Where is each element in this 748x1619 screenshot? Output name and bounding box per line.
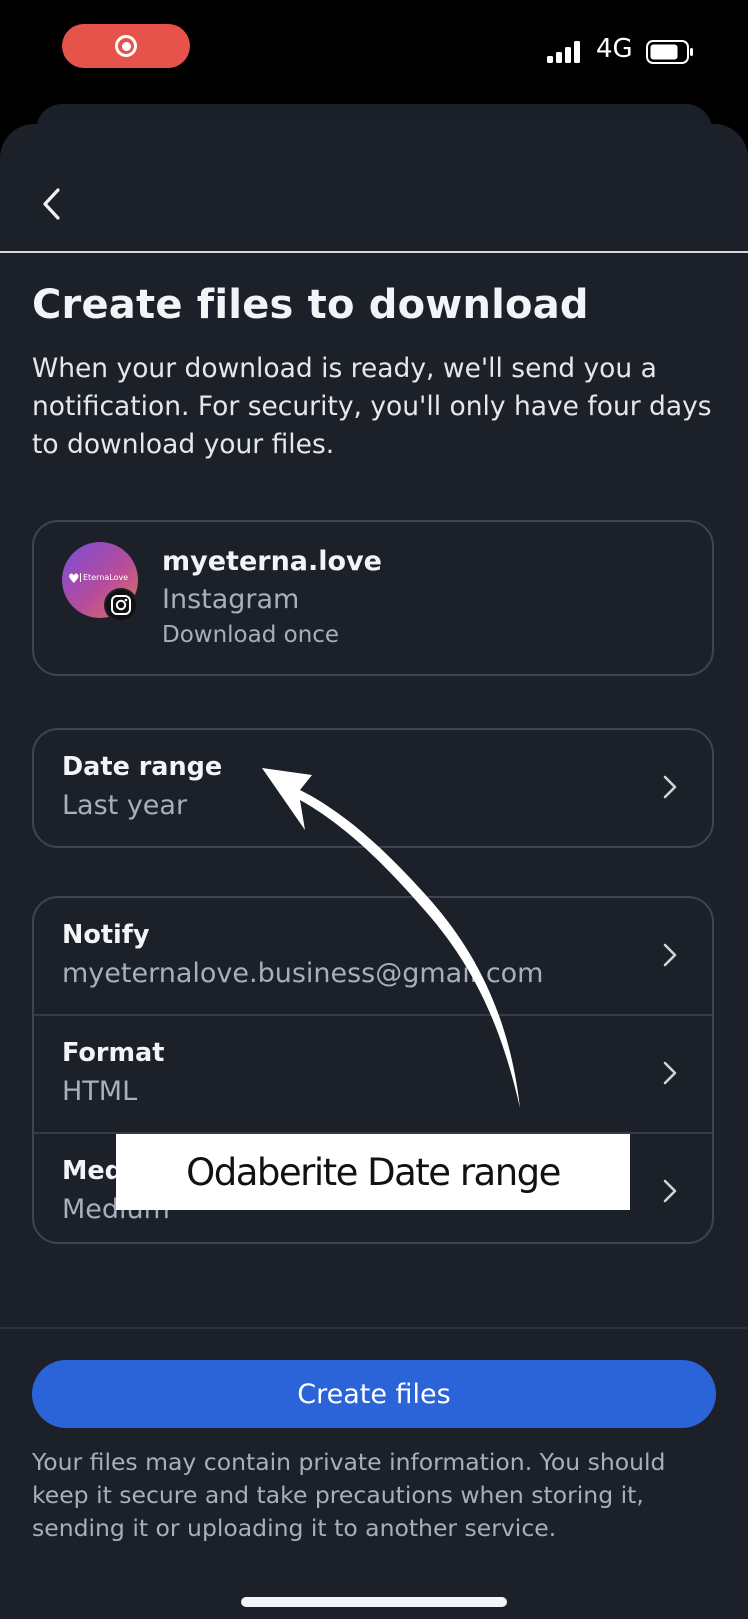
notify-value: myeternalove.business@gmail.com	[62, 958, 544, 989]
privacy-disclaimer: Your files may contain private informati…	[32, 1448, 666, 1542]
avatar-brand: EternaLove	[80, 573, 128, 582]
date-range-label: Date range	[62, 752, 223, 782]
format-label: Format	[62, 1038, 165, 1068]
account-name: myeterna.love	[162, 546, 382, 577]
chevron-right-icon	[663, 1179, 677, 1203]
page-description: When your download is ready, we'll send …	[32, 353, 712, 460]
account-platform: Instagram	[162, 584, 300, 615]
footer-divider	[0, 1327, 748, 1329]
page-title: Create files to download	[32, 282, 589, 328]
battery-icon	[646, 40, 693, 64]
signal-icon	[547, 41, 580, 63]
notify-label: Notify	[62, 920, 150, 950]
chevron-right-icon	[663, 1061, 677, 1085]
date-range-row[interactable]: Date range Last year	[32, 728, 714, 848]
format-value: HTML	[62, 1076, 138, 1107]
network-type: 4G	[596, 34, 633, 64]
account-card: ♥ EternaLove myeterna.love Instagram Dow…	[32, 520, 714, 676]
create-files-button[interactable]: Create files	[32, 1360, 716, 1428]
record-icon	[115, 35, 137, 57]
download-sheet: Create files to download When your downl…	[0, 124, 748, 1619]
chevron-right-icon	[663, 943, 677, 967]
instagram-icon	[104, 588, 138, 622]
header-divider	[0, 251, 748, 253]
heart-icon: ♥	[68, 572, 80, 587]
account-note: Download once	[162, 622, 340, 648]
date-range-value: Last year	[62, 790, 188, 821]
screen-recording-indicator[interactable]	[62, 24, 190, 68]
home-indicator[interactable]	[241, 1597, 507, 1607]
format-row[interactable]: Format HTML	[34, 1016, 712, 1132]
chevron-right-icon	[663, 775, 677, 799]
notify-row[interactable]: Notify myeternalove.business@gmail.com	[34, 898, 712, 1014]
status-bar: 4G	[0, 0, 748, 100]
back-button[interactable]	[36, 184, 66, 224]
overlay-caption: Odaberite Date range	[116, 1134, 630, 1210]
